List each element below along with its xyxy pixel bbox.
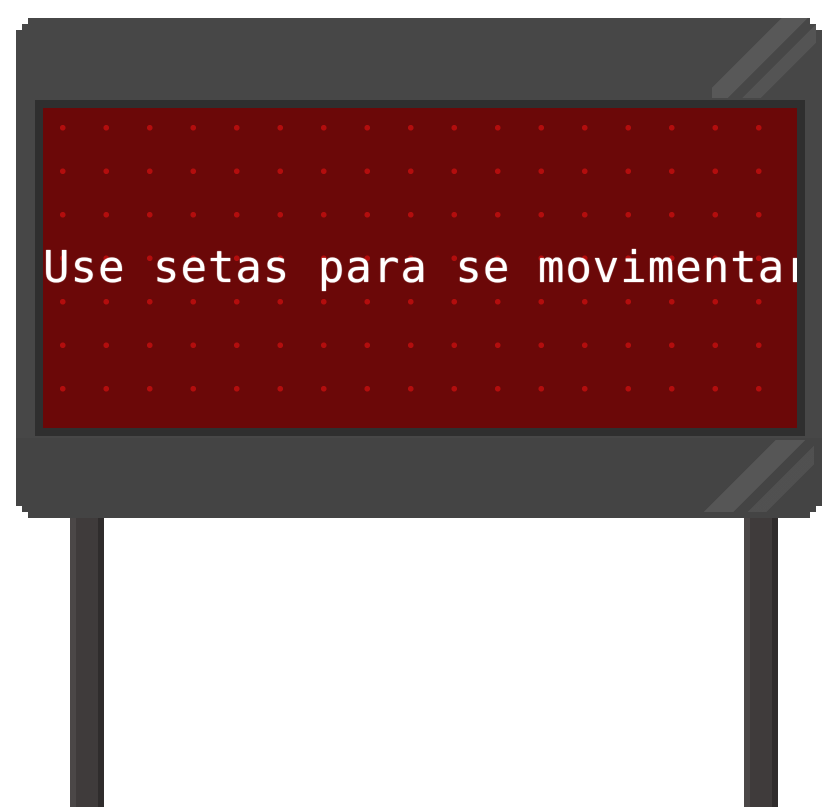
sign-post-left bbox=[70, 500, 104, 807]
led-matrix: Use setas para se movimentar bbox=[43, 108, 797, 428]
housing-highlight-top bbox=[712, 18, 816, 98]
sign-message: Use setas para se movimentar bbox=[43, 242, 797, 293]
housing-highlight-bottom bbox=[702, 440, 814, 512]
led-display: Use setas para se movimentar bbox=[35, 100, 805, 436]
sign-post-right bbox=[744, 500, 778, 807]
game-scene: Use setas para se movimentar bbox=[0, 0, 840, 807]
